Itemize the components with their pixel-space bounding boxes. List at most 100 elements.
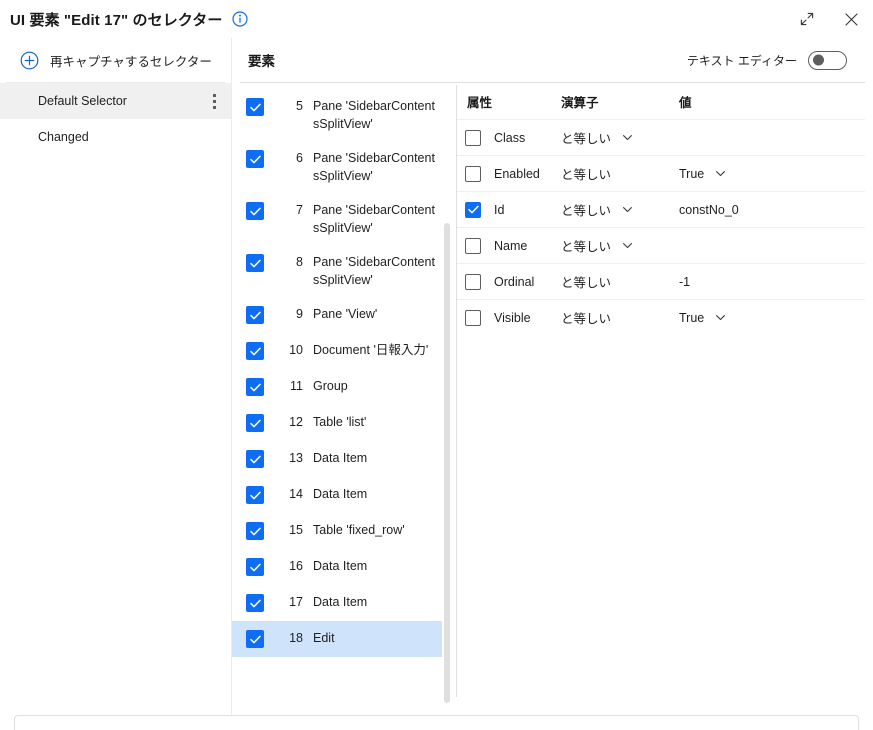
attribute-name: Id: [494, 202, 505, 217]
page-title: UI 要素 "Edit 17" のセレクター: [10, 11, 223, 29]
column-header-operator: 演算子: [561, 95, 599, 110]
tree-row-checkbox[interactable]: [246, 98, 264, 116]
chevron-down-icon[interactable]: [621, 239, 634, 252]
element-tree-scrollbar[interactable]: [444, 223, 450, 703]
text-editor-toggle-label: テキスト エディター: [686, 53, 797, 68]
attribute-name: Visible: [494, 310, 531, 325]
attribute-operator: と等しい: [561, 204, 612, 218]
column-header-value: 値: [679, 95, 692, 110]
tree-row-checkbox[interactable]: [246, 378, 264, 396]
attribute-row[interactable]: Enabled と等しい True: [457, 155, 865, 191]
tree-row-index: 13: [289, 451, 303, 465]
tree-row-checkbox[interactable]: [246, 342, 264, 360]
attribute-row[interactable]: Id と等しい constNo_0: [457, 191, 865, 227]
tree-row-index: 18: [289, 631, 303, 645]
recapture-selector-button[interactable]: 再キャプチャするセレクター: [6, 38, 225, 83]
plus-circle-icon: [20, 51, 39, 70]
chevron-down-icon[interactable]: [621, 203, 634, 216]
attribute-checkbox[interactable]: [465, 129, 481, 146]
window-controls: [785, 0, 873, 38]
tree-row-index: 6: [296, 151, 303, 165]
attribute-row[interactable]: Ordinal と等しい -1: [457, 263, 865, 299]
attribute-row[interactable]: Visible と等しい True: [457, 299, 865, 335]
tree-row[interactable]: 12 Table 'list': [232, 405, 442, 441]
attribute-name: Class: [494, 130, 526, 145]
attribute-checkbox[interactable]: [465, 201, 481, 218]
attribute-operator: と等しい: [561, 240, 612, 254]
attribute-checkbox[interactable]: [465, 165, 481, 182]
tree-row[interactable]: 6 Pane 'SidebarContentsSplitView': [232, 141, 442, 193]
attribute-value: -1: [679, 274, 691, 289]
tree-row-checkbox[interactable]: [246, 254, 264, 272]
tree-row-label: Pane 'SidebarContentsSplitView': [313, 255, 435, 287]
tree-row-index: 11: [290, 379, 303, 393]
tree-row-index: 10: [289, 343, 303, 357]
tree-row[interactable]: 5 Pane 'SidebarContentsSplitView': [232, 89, 442, 141]
tree-row[interactable]: 17 Data Item: [232, 585, 442, 621]
attribute-row[interactable]: Name と等しい: [457, 227, 865, 263]
tree-row-index: 16: [289, 559, 303, 573]
tree-row[interactable]: 7 Pane 'SidebarContentsSplitView': [232, 193, 442, 245]
attribute-checkbox[interactable]: [465, 273, 481, 290]
tree-row[interactable]: 8 Pane 'SidebarContentsSplitView': [232, 245, 442, 297]
tree-row-label: Pane 'SidebarContentsSplitView': [313, 99, 435, 131]
tree-row[interactable]: 11 Group: [232, 369, 442, 405]
chevron-down-icon[interactable]: [714, 167, 727, 180]
tree-row-checkbox[interactable]: [246, 522, 264, 540]
attribute-name: Ordinal: [494, 274, 535, 289]
tree-row[interactable]: 10 Document '日報入力': [232, 333, 442, 369]
elements-header-title: 要素: [248, 54, 275, 69]
tree-row-index: 9: [296, 307, 303, 321]
tree-row-checkbox[interactable]: [246, 414, 264, 432]
more-vertical-icon[interactable]: [205, 91, 223, 111]
footer-panel: [14, 715, 859, 730]
tree-row-checkbox[interactable]: [246, 594, 264, 612]
dialog-footer: [0, 715, 873, 730]
sidebar-item-default-selector[interactable]: Default Selector: [0, 83, 231, 119]
column-header-attribute: 属性: [467, 95, 493, 110]
tree-row-label: Pane 'View': [313, 307, 378, 321]
tree-row-index: 17: [289, 595, 303, 609]
attribute-name: Enabled: [494, 166, 540, 181]
attribute-checkbox[interactable]: [465, 237, 481, 254]
info-circle-icon[interactable]: [231, 11, 248, 27]
element-tree-list[interactable]: 5 Pane 'SidebarContentsSplitView' 6 Pane 'S…: [232, 89, 456, 715]
tree-row-checkbox[interactable]: [246, 450, 264, 468]
toggle-switch-track[interactable]: [808, 50, 847, 70]
tree-row-index: 7: [296, 203, 303, 217]
tree-row-index: 12: [289, 415, 303, 429]
expand-diagonal-icon[interactable]: [785, 1, 829, 37]
text-editor-toggle[interactable]: テキスト エディター: [686, 50, 847, 70]
tree-row[interactable]: 13 Data Item: [232, 441, 442, 477]
chevron-down-icon[interactable]: [714, 311, 727, 324]
recapture-selector-label: 再キャプチャするセレクター: [50, 54, 212, 69]
sidebar-item-changed[interactable]: Changed: [0, 119, 231, 155]
tree-row-label: Pane 'SidebarContentsSplitView': [313, 151, 435, 183]
tree-row[interactable]: 14 Data Item: [232, 477, 442, 513]
tree-row-checkbox[interactable]: [246, 306, 264, 324]
attribute-checkbox[interactable]: [465, 309, 481, 326]
elements-region: 要素 テキスト エディター 5 Pane 'SidebarContentsSpli…: [232, 38, 873, 715]
attributes-table-body: Class と等しい Enabled と等しい True Id と等しい constNo_0 N…: [457, 119, 865, 335]
tree-row[interactable]: 16 Data Item: [232, 549, 442, 585]
attribute-operator: と等しい: [561, 276, 612, 290]
selectors-sidebar: 再キャプチャするセレクター Default Selector Changed: [0, 38, 232, 715]
toggle-switch-knob: [813, 54, 824, 66]
close-icon[interactable]: [829, 1, 873, 37]
sidebar-item-label: Changed: [38, 130, 89, 144]
tree-row-label: Pane 'SidebarContentsSplitView': [313, 203, 435, 235]
tree-row[interactable]: 9 Pane 'View': [232, 297, 442, 333]
element-tree-pane: 5 Pane 'SidebarContentsSplitView' 6 Pane 'S…: [232, 83, 456, 715]
attribute-operator: と等しい: [561, 312, 612, 326]
tree-row-checkbox[interactable]: [246, 558, 264, 576]
elements-header-bar: 要素 テキスト エディター: [240, 38, 865, 83]
attribute-row[interactable]: Class と等しい: [457, 119, 865, 155]
tree-row[interactable]: 18 Edit: [232, 621, 442, 657]
chevron-down-icon[interactable]: [621, 131, 634, 144]
tree-row-index: 14: [289, 487, 303, 501]
tree-row-checkbox[interactable]: [246, 486, 264, 504]
tree-row-checkbox[interactable]: [246, 630, 264, 648]
tree-row[interactable]: 15 Table 'fixed_row': [232, 513, 442, 549]
tree-row-checkbox[interactable]: [246, 150, 264, 168]
tree-row-checkbox[interactable]: [246, 202, 264, 220]
